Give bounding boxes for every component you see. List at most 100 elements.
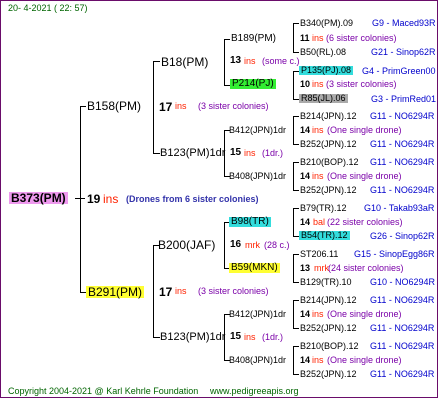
g2-drone-count: 15 xyxy=(230,331,242,342)
g2-drone-race: ins xyxy=(244,332,256,342)
g4-lineage: G26 - Sinop62R xyxy=(370,231,435,241)
g4-lineage: G10 - NO6294R xyxy=(370,277,436,287)
connector xyxy=(153,61,160,62)
g3-drone-race: ins xyxy=(312,33,324,43)
g2-drone-race: mrk xyxy=(245,240,260,250)
g4-lineage: G11 - NO6294R xyxy=(370,185,435,195)
g4-queen[interactable]: B252(JPN).12 xyxy=(300,370,357,379)
g4-lineage: G11 - NO6294R xyxy=(370,139,435,149)
website-link[interactable]: www.pedigreeapis.org xyxy=(210,387,299,396)
g4-queen[interactable]: ST206.11 xyxy=(300,250,338,259)
g3-queen[interactable]: B412(JPN)1dr xyxy=(229,310,286,319)
connector xyxy=(293,23,294,52)
g4-lineage: G11 - NO6294R xyxy=(370,295,435,305)
connector xyxy=(153,337,160,338)
g4-queen[interactable]: B79(TR).12 xyxy=(300,204,347,213)
connector xyxy=(224,39,230,40)
g4-lineage: G10 - Takab93aR xyxy=(364,203,435,213)
connector xyxy=(293,71,294,99)
g3-drone-count: 14 xyxy=(300,171,311,181)
g2-drone-count: 15 xyxy=(230,147,242,158)
g3-drone-note: (22 sister colonies) xyxy=(327,217,403,227)
connector xyxy=(224,222,225,268)
g4-queen[interactable]: B214(JPN).12 xyxy=(300,112,357,121)
connector xyxy=(224,39,225,85)
g4-lineage: G4 - PrimGreen00 xyxy=(362,66,436,76)
g3-drone-race: bal xyxy=(313,217,326,227)
g2-queen[interactable]: B123(PM)1dr xyxy=(160,148,225,159)
connector xyxy=(293,144,299,145)
g4-queen[interactable]: B340(PM).09 xyxy=(300,19,353,28)
g1-drone-count: 17 xyxy=(159,285,173,299)
g3-queen[interactable]: B408(JPN)1dr xyxy=(229,356,286,365)
connector xyxy=(153,245,154,337)
connector xyxy=(293,282,299,283)
g3-drone-note: (One single drone) xyxy=(327,125,402,135)
g3-drone-note: (One single drone) xyxy=(327,309,402,319)
g2-drone-note: (28 c.) xyxy=(264,240,290,250)
g3-drone-count: 14 xyxy=(300,125,311,135)
g3-drone-note: (6 sister colonies) xyxy=(326,33,397,43)
g2-queen[interactable]: B18(PM) xyxy=(161,56,208,68)
g4-lineage: G11 - NO6294R xyxy=(370,323,435,333)
connector xyxy=(293,116,299,117)
g4-queen[interactable]: R85(JL).06 xyxy=(299,94,348,103)
g2-drone-note: (some c.) xyxy=(262,56,300,66)
g4-lineage: G15 - SinopEgg86R xyxy=(354,249,435,259)
g1-drone-race: ins xyxy=(175,101,187,111)
g4-lineage: G11 - NO6294R xyxy=(370,369,435,379)
g3-queen[interactable]: P214(PJ) xyxy=(230,79,276,89)
g2-queen[interactable]: B200(JAF) xyxy=(158,239,215,251)
g3-drone-race: ins xyxy=(312,171,324,181)
g3-queen[interactable]: B412(JPN)1dr xyxy=(229,126,286,135)
g3-drone-note: (One single drone) xyxy=(327,171,402,181)
connector xyxy=(293,162,299,163)
connector xyxy=(80,106,86,107)
g4-queen[interactable]: B210(BOP).12 xyxy=(300,158,359,167)
connector xyxy=(80,106,81,292)
connector xyxy=(293,300,299,301)
connector xyxy=(293,346,299,347)
g4-lineage: G11 - NO6294R xyxy=(370,111,435,121)
g1-queen[interactable]: B158(PM) xyxy=(87,100,141,112)
g4-queen[interactable]: B214(JPN).12 xyxy=(300,296,357,305)
g1-queen[interactable]: B291(PM) xyxy=(86,286,145,298)
g3-queen[interactable]: B408(JPN)1dr xyxy=(229,172,286,181)
connector xyxy=(293,300,294,328)
g2-drone-race: ins xyxy=(244,56,256,66)
connector xyxy=(293,23,299,24)
g4-queen[interactable]: P135(PJ).08 xyxy=(299,66,354,75)
g3-drone-count: 10 xyxy=(300,79,311,89)
g4-queen[interactable]: B252(JPN).12 xyxy=(300,324,357,333)
root-queen[interactable]: B373(PM) xyxy=(9,192,68,204)
connector xyxy=(293,374,299,375)
connector xyxy=(293,254,294,282)
copyright-text: Copyright 2004-2021 @ Karl Kehrle Founda… xyxy=(8,386,199,396)
g3-drone-race: ins xyxy=(312,309,324,319)
g4-queen[interactable]: B50(RL).08 xyxy=(300,48,346,57)
g3-queen[interactable]: B98(TR) xyxy=(229,217,271,227)
report-date: 20- 4-2021 ( 22: 57) xyxy=(8,3,88,13)
g1-drone-note: (3 sister colonies) xyxy=(198,286,269,296)
connector xyxy=(293,346,294,374)
root-drone-race: ins xyxy=(103,192,119,206)
g4-queen[interactable]: B252(JPN).12 xyxy=(300,140,357,149)
g3-drone-count: 14 xyxy=(300,217,311,227)
g3-queen[interactable]: B189(PM) xyxy=(231,34,276,44)
g4-queen[interactable]: B129(TR).10 xyxy=(300,278,352,287)
connector xyxy=(293,208,294,236)
g4-queen[interactable]: B252(JPN).12 xyxy=(300,186,357,195)
g3-queen[interactable]: B59(MKN) xyxy=(229,263,280,273)
g1-drone-count: 17 xyxy=(159,100,173,114)
g4-queen[interactable]: B210(BOP).12 xyxy=(300,342,359,351)
g3-drone-race: ins xyxy=(312,355,324,365)
connector xyxy=(293,162,294,190)
g3-drone-note: (3 sister colonies) xyxy=(326,79,397,89)
g3-drone-count: 14 xyxy=(300,355,311,365)
g3-drone-race: ins xyxy=(312,125,324,135)
g3-drone-count: 11 xyxy=(300,33,310,43)
g2-queen[interactable]: B123(PM)1dr xyxy=(160,332,225,343)
connector xyxy=(153,61,154,153)
g4-queen[interactable]: B54(TR).12 xyxy=(299,231,350,240)
g1-drone-race: ins xyxy=(175,286,187,296)
